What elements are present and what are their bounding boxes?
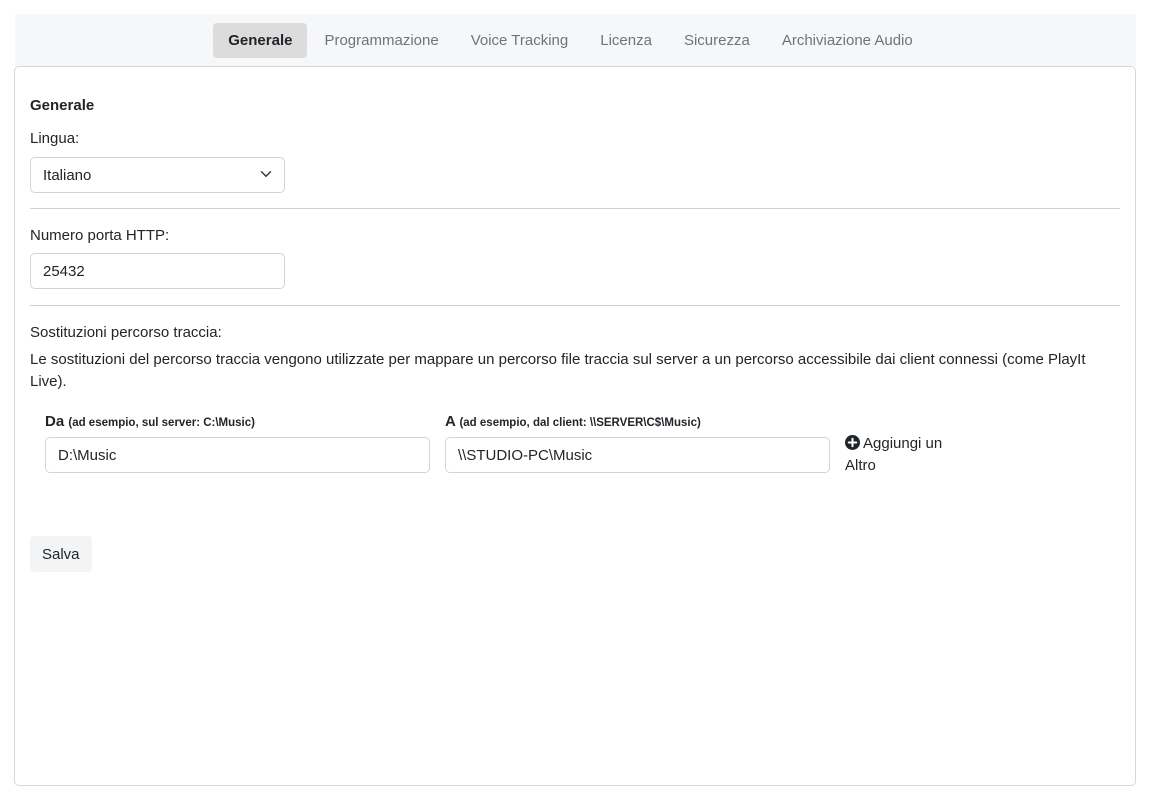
tab-list: Generale Programmazione Voice Tracking L… [213, 22, 928, 58]
to-label: A [445, 413, 456, 430]
http-port-input[interactable] [30, 253, 285, 289]
from-path-input[interactable] [45, 437, 430, 473]
tab-generale[interactable]: Generale [213, 22, 308, 58]
from-field-label: Da (ad esempio, sul server: C:\Music) [45, 413, 255, 430]
settings-panel: Generale Lingua: Italiano Numero porta H… [14, 66, 1136, 786]
http-port-label: Numero porta HTTP: [30, 227, 170, 244]
chevron-down-icon [260, 167, 272, 184]
tab-archiviazione-audio[interactable]: Archiviazione Audio [767, 23, 928, 58]
add-another-button[interactable]: Aggiungi un Altro [845, 433, 945, 477]
to-path-input[interactable] [445, 437, 830, 473]
tab-voice-tracking[interactable]: Voice Tracking [456, 23, 584, 58]
from-hint: (ad esempio, sul server: C:\Music) [68, 417, 255, 429]
tab-sicurezza[interactable]: Sicurezza [669, 23, 765, 58]
path-substitutions-label: Sostituzioni percorso traccia: [30, 324, 222, 341]
language-select[interactable]: Italiano [30, 157, 285, 193]
tab-programmazione[interactable]: Programmazione [309, 23, 453, 58]
to-hint: (ad esempio, dal client: \\SERVER\C$\Mus… [459, 417, 701, 429]
language-label: Lingua: [30, 130, 80, 147]
from-label: Da [45, 413, 65, 430]
divider [30, 208, 1120, 209]
divider [30, 305, 1120, 306]
tab-licenza[interactable]: Licenza [585, 23, 667, 58]
to-field-label: A (ad esempio, dal client: \\SERVER\C$\M… [445, 413, 701, 430]
save-button[interactable]: Salva [30, 536, 92, 572]
section-title: Generale [30, 97, 95, 114]
plus-circle-icon [845, 435, 863, 452]
language-select-value: Italiano [43, 166, 92, 184]
tab-bar: Generale Programmazione Voice Tracking L… [15, 14, 1136, 66]
path-substitutions-description: Le sostituzioni del percorso traccia ven… [30, 351, 1086, 390]
